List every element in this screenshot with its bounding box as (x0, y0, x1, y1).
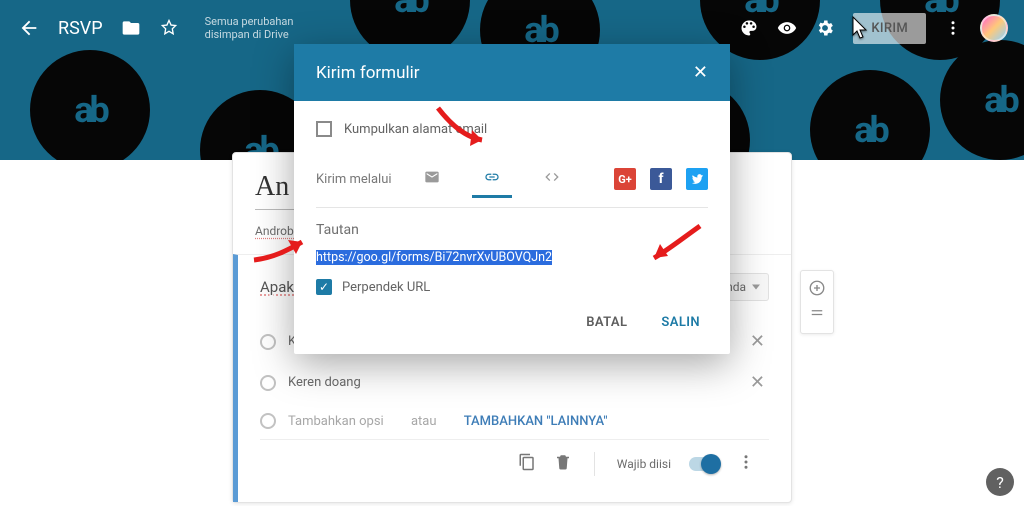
collect-email-label: Kumpulkan alamat email (344, 122, 487, 137)
checkbox-unchecked-icon[interactable] (316, 121, 332, 137)
shorten-url-label: Perpendek URL (342, 280, 430, 295)
share-url-field[interactable]: https://goo.gl/forms/Bi72nvrXvUBOVQJn2 (316, 248, 708, 267)
mouse-cursor-icon (852, 16, 870, 44)
share-twitter-icon[interactable] (686, 168, 708, 190)
share-facebook-icon[interactable]: f (650, 168, 672, 190)
shorten-url-row[interactable]: ✓ Perpendek URL (316, 279, 708, 295)
modal-title: Kirim formulir (316, 63, 693, 83)
link-section-title: Tautan (316, 222, 708, 238)
tab-email[interactable] (406, 161, 458, 197)
collect-email-row[interactable]: Kumpulkan alamat email (316, 115, 708, 153)
share-googleplus-icon[interactable]: G+ (614, 168, 636, 190)
tab-link[interactable] (466, 161, 518, 197)
send-via-label: Kirim melalui (316, 172, 392, 187)
divider (316, 207, 708, 208)
help-fab[interactable]: ? (986, 468, 1014, 496)
send-form-modal: Kirim formulir ✕ Kumpulkan alamat email … (294, 44, 730, 354)
checkbox-checked-icon[interactable]: ✓ (316, 279, 332, 295)
tab-embed[interactable] (526, 161, 578, 197)
copy-button[interactable]: SALIN (649, 307, 712, 338)
share-url-text[interactable]: https://goo.gl/forms/Bi72nvrXvUBOVQJn2 (316, 250, 552, 265)
close-icon[interactable]: ✕ (693, 62, 708, 83)
cancel-button[interactable]: BATAL (574, 307, 639, 338)
send-via-tabs: Kirim melalui G+ f (316, 153, 708, 197)
